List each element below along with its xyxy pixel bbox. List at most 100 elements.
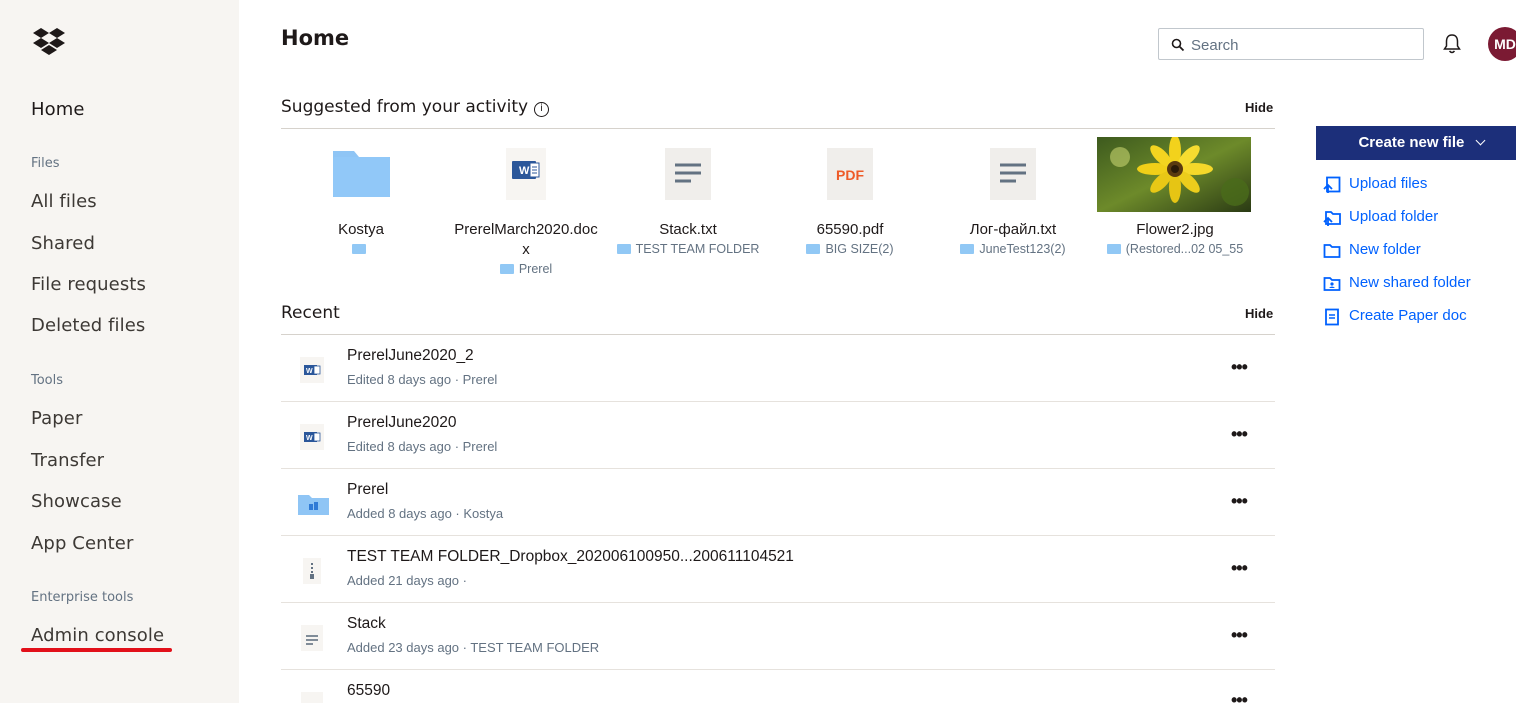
- table-row[interactable]: Prerel Added 8 days ago · Kostya •••: [281, 469, 1275, 536]
- row-file-name[interactable]: Prerel: [347, 481, 388, 499]
- upload-folder-label: Upload folder: [1349, 208, 1439, 225]
- sidebar-heading-enterprise-tools: Enterprise tools: [31, 590, 134, 605]
- suggested-item[interactable]: Лог-файл.txt JuneTest123(2): [933, 137, 1093, 258]
- row-file-name[interactable]: 65590: [347, 682, 390, 700]
- create-new-file-label: Create new file: [1358, 134, 1465, 151]
- suggested-item[interactable]: Stack.txt TEST TEAM FOLDER: [608, 137, 768, 258]
- search-box[interactable]: [1158, 28, 1424, 60]
- sidebar-item-transfer[interactable]: Transfer: [31, 450, 104, 471]
- create-paper-doc-label: Create Paper doc: [1349, 307, 1467, 324]
- upload-files-icon: [1323, 176, 1341, 193]
- page-title: Home: [281, 26, 350, 50]
- suggested-item-name: Stack.txt: [659, 221, 717, 238]
- sidebar-item-home[interactable]: Home: [31, 99, 85, 120]
- more-options-button[interactable]: •••: [1231, 625, 1248, 646]
- new-folder-label: New folder: [1349, 241, 1421, 258]
- create-new-file-button[interactable]: Create new file: [1316, 126, 1516, 160]
- row-file-meta: Added 21 days ago ·: [347, 573, 467, 588]
- highlight-underline: [21, 648, 172, 652]
- sidebar-heading-files: Files: [31, 156, 60, 171]
- more-options-button[interactable]: •••: [1231, 558, 1248, 579]
- suggested-item[interactable]: PDF 65590.pdf BIG SIZE(2): [770, 137, 930, 258]
- more-options-button[interactable]: •••: [1231, 690, 1248, 703]
- avatar[interactable]: MD: [1488, 27, 1516, 61]
- sidebar-item-showcase[interactable]: Showcase: [31, 491, 122, 512]
- word-file-icon: W: [300, 357, 324, 383]
- suggested-item-location: (Restored...02 05_55: [1095, 240, 1255, 258]
- suggested-item-location: TEST TEAM FOLDER: [608, 240, 768, 258]
- sidebar-item-deleted-files[interactable]: Deleted files: [31, 315, 145, 336]
- svg-text:W: W: [519, 165, 530, 177]
- folder-icon: [1323, 244, 1341, 258]
- text-file-icon: [990, 148, 1036, 200]
- suggested-item-location: [281, 240, 441, 258]
- folder-thumbnail: [281, 137, 441, 212]
- suggested-item-location: Prerel: [446, 260, 606, 278]
- sidebar-heading-tools: Tools: [31, 373, 64, 388]
- upload-folder-icon: [1323, 211, 1341, 226]
- recent-title: Recent: [281, 303, 340, 323]
- zip-file-icon: [303, 558, 321, 584]
- text-file-icon: [665, 148, 711, 200]
- recent-hide-link[interactable]: Hide: [1245, 306, 1273, 321]
- more-options-button[interactable]: •••: [1231, 424, 1248, 445]
- shared-folder-icon: [1323, 277, 1341, 291]
- folder-icon: [499, 264, 514, 274]
- upload-files-label: Upload files: [1349, 175, 1428, 192]
- sidebar-item-shared[interactable]: Shared: [31, 233, 95, 254]
- row-file-meta: Edited 8 days ago · Prerel: [347, 372, 498, 387]
- pdf-file-icon: [301, 692, 323, 703]
- pdf-label: PDF: [836, 167, 864, 183]
- flower-image-icon: [1097, 135, 1251, 212]
- row-file-name[interactable]: PrerelJune2020_2: [347, 347, 474, 365]
- suggested-title-text: Suggested from your activity: [281, 97, 529, 117]
- suggested-item-name: 65590.pdf: [816, 221, 884, 238]
- word-thumbnail: W: [446, 137, 606, 212]
- image-thumbnail: [1095, 135, 1255, 212]
- sidebar-item-app-center[interactable]: App Center: [31, 533, 133, 554]
- suggested-item[interactable]: Kostya: [281, 137, 441, 258]
- row-file-name[interactable]: PrerelJune2020: [347, 414, 456, 432]
- suggested-item-location: BIG SIZE(2): [770, 240, 930, 258]
- table-row[interactable]: Stack Added 23 days ago · TEST TEAM FOLD…: [281, 603, 1275, 670]
- text-thumbnail: [608, 137, 768, 212]
- new-shared-folder-label: New shared folder: [1349, 274, 1471, 291]
- suggested-item-name: PrerelMarch2020.doc x: [454, 221, 598, 258]
- row-file-name[interactable]: TEST TEAM FOLDER_Dropbox_202006100950...…: [347, 548, 794, 566]
- table-row[interactable]: W PrerelJune2020 Edited 8 days ago · Pre…: [281, 402, 1275, 469]
- word-file-icon: W: [506, 148, 546, 200]
- bell-icon[interactable]: [1442, 33, 1462, 55]
- row-file-meta: Added 23 days ago · TEST TEAM FOLDER: [347, 640, 600, 655]
- suggested-item[interactable]: Flower2.jpg (Restored...02 05_55: [1095, 135, 1255, 258]
- team-folder-icon: [298, 495, 329, 515]
- sidebar-item-all-files[interactable]: All files: [31, 191, 97, 212]
- more-options-button[interactable]: •••: [1231, 357, 1248, 378]
- table-row[interactable]: W PrerelJune2020_2 Edited 8 days ago · P…: [281, 335, 1275, 402]
- table-row[interactable]: TEST TEAM FOLDER_Dropbox_202006100950...…: [281, 536, 1275, 603]
- suggested-hide-link[interactable]: Hide: [1245, 100, 1273, 115]
- suggested-item[interactable]: W PrerelMarch2020.doc x Prerel: [446, 137, 606, 278]
- search-icon: [1171, 38, 1185, 52]
- table-row[interactable]: 65590 •••: [281, 670, 1275, 703]
- divider: [281, 128, 1275, 129]
- text-file-icon: [301, 625, 323, 651]
- sidebar-item-admin-console[interactable]: Admin console: [31, 625, 164, 646]
- folder-icon: [806, 244, 821, 254]
- svg-text:W: W: [306, 368, 313, 375]
- suggested-item-name: Лог-файл.txt: [969, 221, 1057, 238]
- svg-text:W: W: [306, 435, 313, 442]
- more-options-button[interactable]: •••: [1231, 491, 1248, 512]
- paper-doc-icon: [1325, 308, 1339, 326]
- info-icon[interactable]: i: [534, 102, 550, 117]
- folder-icon: [960, 244, 975, 254]
- row-file-name[interactable]: Stack: [347, 615, 386, 633]
- sidebar-item-file-requests[interactable]: File requests: [31, 274, 146, 295]
- text-thumbnail: [933, 137, 1093, 212]
- row-file-meta: Edited 8 days ago · Prerel: [347, 439, 498, 454]
- dropbox-logo-icon[interactable]: [32, 27, 66, 59]
- suggested-item-name: Kostya: [338, 221, 384, 238]
- sidebar-item-paper[interactable]: Paper: [31, 408, 82, 429]
- suggested-title: Suggested from your activity i: [281, 97, 550, 117]
- search-input[interactable]: [1191, 34, 1411, 56]
- pdf-thumbnail: PDF: [770, 137, 930, 212]
